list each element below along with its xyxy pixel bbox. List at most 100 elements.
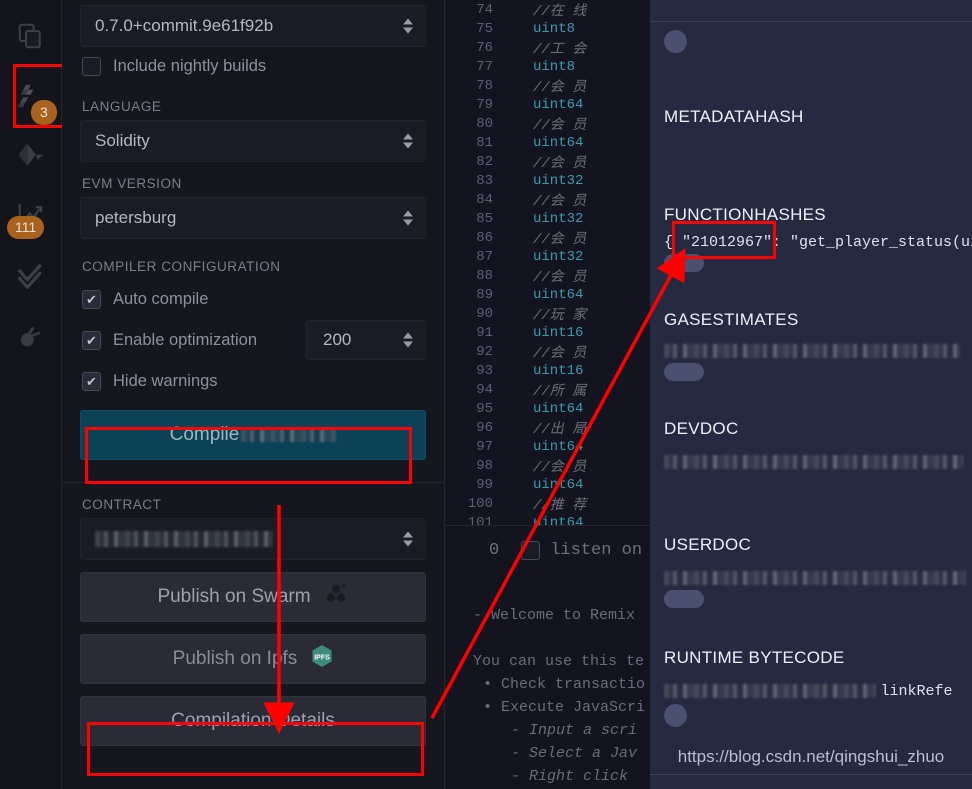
language-label: LANGUAGE xyxy=(82,99,426,114)
nightly-builds-label: Include nightly builds xyxy=(113,57,266,76)
section-heading-gasestimates: GASESTIMATES xyxy=(650,310,972,330)
code-text: //推 荐 xyxy=(503,494,586,514)
code-text: uint32 xyxy=(503,211,583,227)
code-text: //会 员 xyxy=(503,190,586,210)
code-line[interactable]: 76//工 会 xyxy=(445,38,650,57)
code-line[interactable]: 95uint64 xyxy=(445,399,650,418)
listen-on-network-checkbox[interactable] xyxy=(521,541,540,560)
line-number: 100 xyxy=(445,496,503,512)
line-number: 84 xyxy=(445,192,503,208)
publish-swarm-label: Publish on Swarm xyxy=(157,586,310,608)
line-number: 93 xyxy=(445,363,503,379)
code-text: uint16 xyxy=(503,363,583,379)
code-line[interactable]: 83uint32 xyxy=(445,171,650,190)
code-text: //工 会 xyxy=(503,38,586,58)
enable-optimization-checkbox[interactable] xyxy=(82,331,101,350)
code-line[interactable]: 79uint64 xyxy=(445,95,650,114)
section-heading-devdoc: DEVDOC xyxy=(650,419,972,439)
code-line[interactable]: 84//会 员 xyxy=(445,190,650,209)
line-number: 77 xyxy=(445,59,503,75)
code-line[interactable]: 97uint64 xyxy=(445,437,650,456)
analysis-badge-count: 111 xyxy=(7,216,44,239)
code-text: uint8 xyxy=(503,21,575,37)
auto-compile-checkbox[interactable] xyxy=(82,290,101,309)
contract-label: CONTRACT xyxy=(82,497,426,512)
code-text: //玩 家 xyxy=(503,304,586,324)
code-line[interactable]: 93uint16 xyxy=(445,361,650,380)
code-line[interactable]: 87uint32 xyxy=(445,247,650,266)
compile-button[interactable]: Compile xyxy=(80,410,426,460)
terminal-output: - Welcome to Remix You can use this te •… xyxy=(445,574,650,788)
compile-filename-redacted xyxy=(241,429,336,442)
compiler-configuration-label: COMPILER CONFIGURATION xyxy=(82,259,426,274)
hide-warnings-checkbox[interactable] xyxy=(82,372,101,391)
nightly-builds-row[interactable]: Include nightly builds xyxy=(82,47,426,85)
line-number: 89 xyxy=(445,287,503,303)
sidebar-item-testing[interactable] xyxy=(0,246,62,306)
code-line[interactable]: 82//会 员 xyxy=(445,152,650,171)
line-number: 80 xyxy=(445,116,503,132)
sidebar-item-file-explorer[interactable] xyxy=(0,6,62,66)
publish-on-swarm-button[interactable]: Publish on Swarm xyxy=(80,572,426,622)
line-number: 94 xyxy=(445,382,503,398)
code-line[interactable]: 92//会 员 xyxy=(445,342,650,361)
code-line[interactable]: 100//推 荐 xyxy=(445,494,650,513)
sidebar-item-analysis[interactable]: 111 xyxy=(0,186,62,246)
code-text: //所 属 xyxy=(503,380,586,400)
code-line[interactable]: 98//会 员 xyxy=(445,456,650,475)
code-line[interactable]: 88//会 员 xyxy=(445,266,650,285)
code-line[interactable]: 96//出 局 xyxy=(445,418,650,437)
code-text: uint64 xyxy=(503,287,583,303)
enable-optimization-row[interactable]: Enable optimization 200 xyxy=(82,318,426,362)
chevron-updown-icon xyxy=(403,134,413,149)
evm-version-select[interactable]: petersburg xyxy=(80,197,426,239)
code-line[interactable]: 78//会 员 xyxy=(445,76,650,95)
compiler-version-select[interactable]: 0.7.0+commit.9e61f92b xyxy=(80,5,426,47)
code-line[interactable]: 90//玩 家 xyxy=(445,304,650,323)
terminal-panel[interactable]: 0 listen on - Welcome to Remix You can u… xyxy=(445,525,650,789)
line-number: 83 xyxy=(445,173,503,189)
code-lines[interactable]: 74//在 线75uint876//工 会77uint878//会 员79uin… xyxy=(445,0,650,524)
code-editor[interactable]: 74//在 线75uint876//工 会77uint878//会 员79uin… xyxy=(444,0,650,789)
auto-compile-row[interactable]: Auto compile xyxy=(82,280,426,318)
copy-functionhashes-icon[interactable] xyxy=(664,254,704,272)
code-line[interactable]: 94//所 属 xyxy=(445,380,650,399)
code-line[interactable]: 86//会 员 xyxy=(445,228,650,247)
copy-bytecode-icon[interactable] xyxy=(664,30,687,53)
terminal-line: - Select a Jav xyxy=(473,742,650,765)
code-line[interactable]: 74//在 线 xyxy=(445,0,650,19)
publish-on-ipfs-button[interactable]: Publish on Ipfs IPFS xyxy=(80,634,426,684)
code-line[interactable]: 99uint64 xyxy=(445,475,650,494)
nightly-builds-checkbox[interactable] xyxy=(82,57,101,76)
compile-button-label: Compile xyxy=(170,424,240,446)
section-value-devdoc-redacted xyxy=(664,455,964,469)
line-number: 92 xyxy=(445,344,503,360)
compilation-details-panel[interactable]: METADATAHASH FUNCTIONHASHES { "21012967"… xyxy=(650,0,972,789)
copy-gasestimates-icon[interactable] xyxy=(664,363,704,381)
section-value-runtime-bytecode-redacted xyxy=(664,684,876,698)
watermark-url: https://blog.csdn.net/qingshui_zhuo xyxy=(650,747,972,767)
code-line[interactable]: 80//会 员 xyxy=(445,114,650,133)
copy-userdoc-icon[interactable] xyxy=(664,590,704,608)
optimization-runs-stepper[interactable]: 200 xyxy=(306,320,426,360)
code-line[interactable]: 85uint32 xyxy=(445,209,650,228)
chevron-updown-icon xyxy=(403,532,413,547)
code-line[interactable]: 77uint8 xyxy=(445,57,650,76)
contract-select[interactable] xyxy=(80,518,426,560)
copy-runtime-bytecode-icon[interactable] xyxy=(664,704,687,727)
line-number: 90 xyxy=(445,306,503,322)
code-line[interactable]: 75uint8 xyxy=(445,19,650,38)
sidebar-item-solidity-compiler[interactable]: 3 xyxy=(0,66,62,126)
terminal-line: • Execute JavaScri xyxy=(473,696,650,719)
sidebar-item-deploy-run[interactable] xyxy=(0,126,62,186)
compilation-details-button[interactable]: Compilation Details xyxy=(80,696,426,746)
hide-warnings-row[interactable]: Hide warnings xyxy=(82,362,426,400)
language-select[interactable]: Solidity xyxy=(80,120,426,162)
sidebar-item-plugin-manager[interactable] xyxy=(0,306,62,366)
code-line[interactable]: 89uint64 xyxy=(445,285,650,304)
code-line[interactable]: 81uint64 xyxy=(445,133,650,152)
code-line[interactable]: 91uint16 xyxy=(445,323,650,342)
line-number: 97 xyxy=(445,439,503,455)
terminal-toolbar[interactable]: 0 listen on xyxy=(445,526,650,574)
ethereum-icon xyxy=(16,141,46,171)
